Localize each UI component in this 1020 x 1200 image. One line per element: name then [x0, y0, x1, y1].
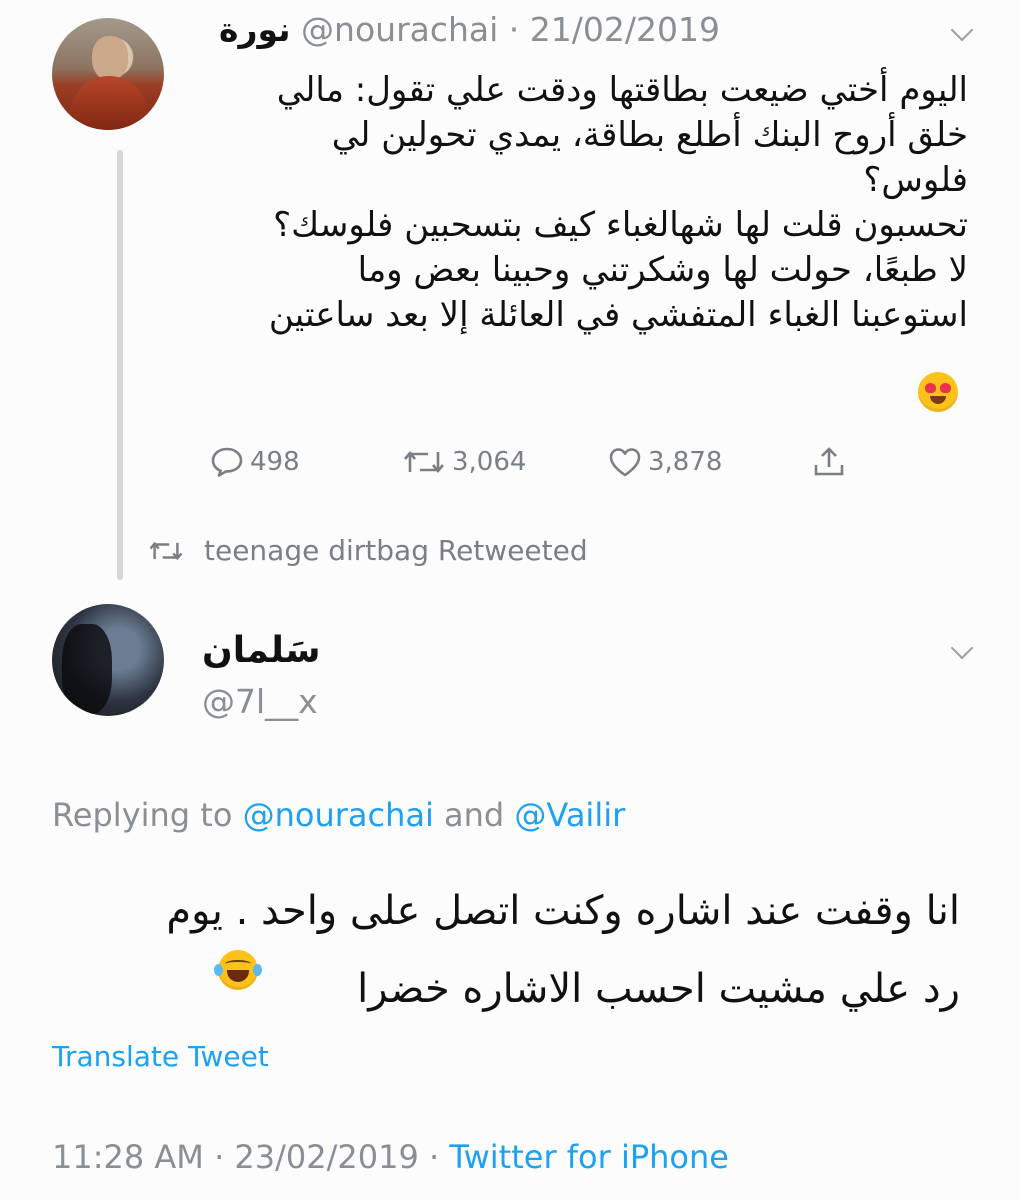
tweet1-line: فلوس؟	[863, 160, 968, 200]
replying-and: and	[433, 796, 515, 834]
tweet1-line: تحسبون قلت لها شهالغباء كيف بتسحبين فلوس…	[273, 205, 968, 245]
tweet2-display-name[interactable]: سَلمان	[202, 630, 320, 671]
tweet2-source[interactable]: Twitter for iPhone	[449, 1138, 729, 1176]
tweet1-body: اليوم أختي ضيعت بطاقتها ودقت علي تقول: م…	[168, 68, 968, 338]
tweet2-date[interactable]: 23/02/2019	[234, 1138, 418, 1176]
tweet2-line: انا وقفت عند اشاره وكنت اتصل على واحد . …	[166, 888, 960, 934]
meta-separator: ·	[203, 1138, 235, 1176]
like-button[interactable]: 3,878	[608, 440, 722, 484]
tweet1-line: استوعبنا الغباء المتفشي في العائلة إلا ب…	[268, 295, 968, 335]
replying-to-line: Replying to @nourachai and @Vailir	[52, 796, 625, 834]
tweet1-action-bar: 498 3,064 3,878	[0, 440, 1020, 484]
retweet-icon	[149, 541, 183, 560]
retweeted-by-notice: teenage dirtbag Retweeted	[146, 534, 588, 567]
thread-connector-line	[117, 150, 123, 580]
avatar-7l_x[interactable]	[52, 604, 164, 716]
tweet2-line: رد علي مشيت احسب الاشاره خضرا	[357, 966, 960, 1012]
tweet1-line: اليوم أختي ضيعت بطاقتها ودقت علي تقول: م…	[276, 70, 968, 110]
avatar-nourachai[interactable]	[52, 18, 164, 130]
reply-icon	[211, 447, 243, 477]
translate-tweet-link[interactable]: Translate Tweet	[52, 1040, 269, 1073]
tweet1-date[interactable]: 21/02/2019	[530, 10, 720, 49]
share-icon	[814, 447, 844, 476]
heart-eyes-emoji-icon	[918, 372, 958, 412]
reply-count: 498	[250, 447, 300, 477]
tweet2-handle[interactable]: @7l__x	[202, 682, 318, 721]
tweet1-display-name[interactable]: نورة	[219, 10, 291, 49]
tweet1-header: نورة @nourachai · 21/02/2019	[219, 10, 720, 49]
retweet-button[interactable]: 3,064	[402, 440, 526, 484]
tweet1-line: خلق أروح البنك أطلع بطاقة، يمدي تحولين ل…	[331, 115, 968, 155]
avatar-silhouette	[62, 624, 112, 714]
retweet-icon	[404, 450, 444, 474]
tweet1-line: لا طبعًا، حولت لها وشكرتني وحبينا بعض وم…	[357, 250, 968, 290]
tears-of-joy-emoji-icon	[214, 950, 262, 990]
replying-user-vailir[interactable]: @Vailir	[514, 796, 625, 834]
tweet2-body: انا وقفت عند اشاره وكنت اتصل على واحد . …	[60, 872, 960, 1028]
tweet1-separator: ·	[498, 10, 530, 49]
retweet-count: 3,064	[452, 447, 527, 477]
chevron-down-icon[interactable]	[950, 636, 974, 660]
like-count: 3,878	[648, 447, 723, 477]
replying-user-nourachai[interactable]: @nourachai	[243, 796, 434, 834]
tweet1-handle[interactable]: @nourachai	[301, 10, 498, 49]
retweeted-by-text[interactable]: teenage dirtbag Retweeted	[204, 534, 588, 567]
tweet2-time[interactable]: 11:28 AM	[52, 1138, 204, 1176]
replying-prefix: Replying to	[52, 796, 243, 834]
heart-icon	[609, 448, 641, 477]
chevron-down-icon[interactable]	[950, 18, 974, 42]
meta-separator: ·	[418, 1138, 450, 1176]
avatar-robe	[70, 76, 148, 130]
reply-button[interactable]: 498	[210, 440, 300, 484]
share-button[interactable]	[812, 440, 846, 484]
avatar-face	[92, 36, 128, 80]
tweet2-metadata: 11:28 AM · 23/02/2019 · Twitter for iPho…	[52, 1138, 729, 1176]
